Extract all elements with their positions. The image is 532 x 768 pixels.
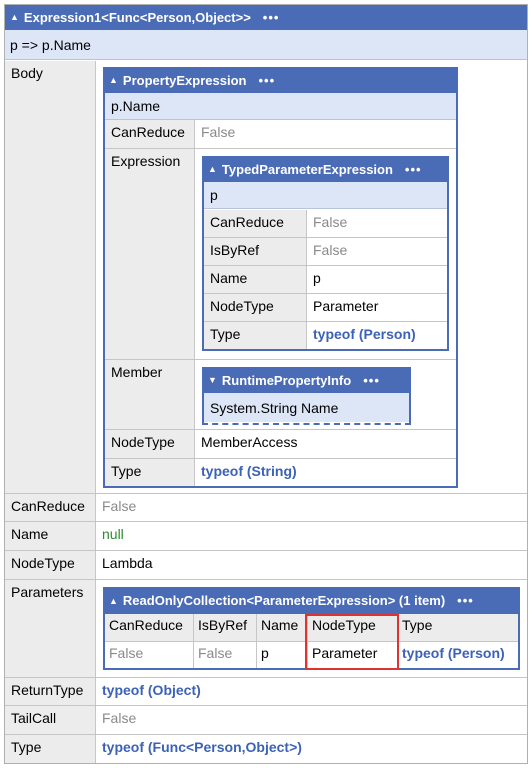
root-label-tailcall: TailCall: [5, 706, 95, 734]
tp-value-nodetype: Parameter: [313, 298, 379, 314]
column-header-name[interactable]: Name: [257, 614, 307, 641]
root-label-name: Name: [5, 522, 95, 550]
more-options-icon[interactable]: •••: [258, 73, 275, 88]
property-expression-summary: p.Name: [105, 93, 456, 120]
more-options-icon[interactable]: •••: [405, 162, 422, 177]
root-label-nodetype: NodeType: [5, 551, 95, 579]
column-header-canreduce[interactable]: CanReduce: [105, 614, 193, 641]
pe-value-type[interactable]: typeof (String): [195, 459, 456, 486]
cell-canreduce: False: [109, 645, 144, 661]
more-options-icon[interactable]: •••: [263, 10, 280, 25]
cell-nodetype: Parameter: [312, 645, 378, 661]
pe-label-canreduce: CanReduce: [105, 120, 194, 148]
property-expression-title: PropertyExpression: [122, 72, 247, 88]
tp-value-type[interactable]: typeof (Person): [307, 322, 447, 349]
runtime-property-title: RuntimePropertyInfo: [221, 372, 352, 388]
root-value-nodetype: Lambda: [102, 555, 153, 571]
pe-label-expression: Expression: [105, 149, 194, 359]
root-value-returntype[interactable]: typeof (Object): [96, 678, 527, 705]
pe-label-member: Member: [105, 360, 194, 429]
collapse-triangle-icon[interactable]: ▼: [208, 375, 217, 385]
cell-name: p: [261, 645, 269, 661]
collapse-triangle-icon[interactable]: ▲: [109, 596, 118, 606]
cell-type[interactable]: typeof (Person): [398, 642, 518, 668]
root-header-title: Expression1<Func<Person,Object>>: [23, 9, 251, 25]
root-value-type[interactable]: typeof (Func<Person,Object>): [96, 735, 527, 763]
root-label-parameters: Parameters: [5, 580, 95, 677]
root-label-returntype: ReturnType: [5, 678, 95, 705]
column-header-type[interactable]: Type: [398, 614, 518, 641]
typed-parameter-header[interactable]: ▲ TypedParameterExpression •••: [202, 156, 449, 182]
typed-parameter-summary: p: [204, 182, 447, 209]
column-header-isbyref[interactable]: IsByRef: [194, 614, 256, 641]
root-value-canreduce: False: [102, 498, 137, 514]
runtime-property-header[interactable]: ▼ RuntimePropertyInfo •••: [202, 367, 411, 393]
runtime-property-summary: System.String Name: [204, 393, 409, 422]
tp-label-canreduce: CanReduce: [204, 210, 306, 237]
pe-value-nodetype: MemberAccess: [201, 434, 298, 450]
root-label-type: Type: [5, 735, 95, 763]
root-value-tailcall: False: [102, 710, 137, 726]
collapse-triangle-icon[interactable]: ▲: [109, 75, 118, 85]
cell-isbyref: False: [198, 645, 233, 661]
property-expression-header[interactable]: ▲ PropertyExpression •••: [103, 67, 458, 93]
tp-label-type: Type: [204, 322, 306, 349]
root-value-name: null: [102, 526, 124, 542]
tp-label-isbyref: IsByRef: [204, 238, 306, 265]
tp-value-canreduce: False: [313, 214, 348, 230]
root-header[interactable]: ▲ Expression1<Func<Person,Object>> •••: [4, 4, 528, 30]
pe-label-type: Type: [105, 459, 194, 486]
tp-value-isbyref: False: [313, 242, 348, 258]
root-label-body: Body: [5, 61, 95, 493]
tp-label-name: Name: [204, 266, 306, 293]
collection-title: ReadOnlyCollection<ParameterExpression> …: [122, 593, 446, 608]
more-options-icon[interactable]: •••: [457, 593, 474, 608]
collapse-triangle-icon[interactable]: ▲: [208, 164, 217, 174]
collection-header[interactable]: ▲ ReadOnlyCollection<ParameterExpression…: [103, 587, 520, 614]
more-options-icon[interactable]: •••: [363, 373, 380, 388]
root-label-canreduce: CanReduce: [5, 494, 95, 521]
column-header-nodetype[interactable]: NodeType: [308, 614, 397, 641]
tp-value-name: p: [313, 270, 321, 286]
tp-label-nodetype: NodeType: [204, 294, 306, 321]
pe-value-canreduce: False: [201, 124, 236, 140]
collapse-triangle-icon[interactable]: ▲: [10, 12, 19, 22]
typed-parameter-title: TypedParameterExpression: [221, 161, 393, 177]
pe-label-nodetype: NodeType: [105, 430, 194, 458]
root-summary: p => p.Name: [4, 30, 528, 60]
